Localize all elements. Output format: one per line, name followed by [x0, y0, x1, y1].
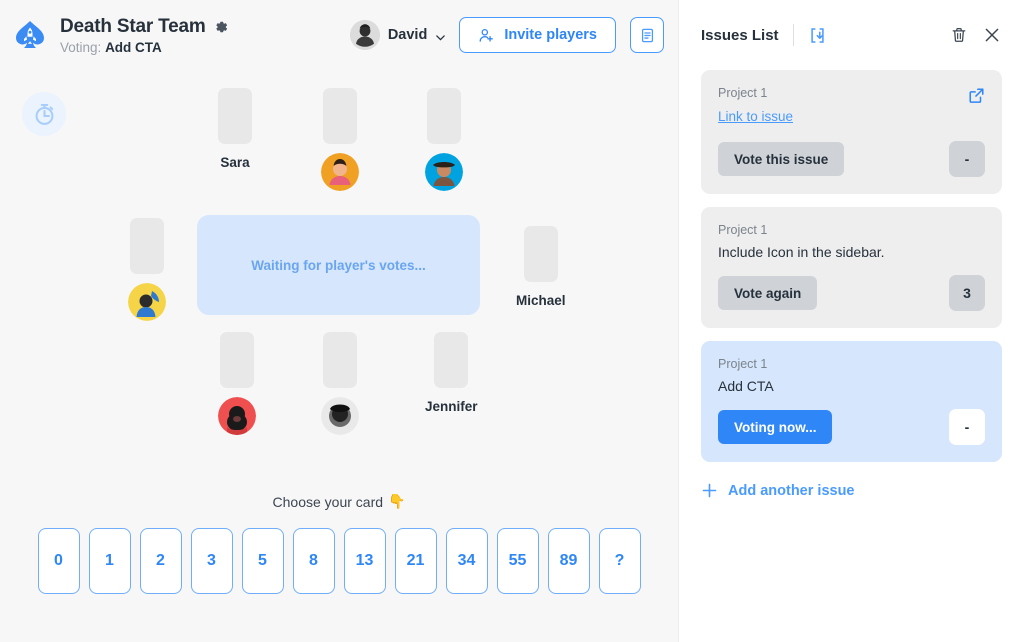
close-icon	[982, 25, 1002, 45]
deck-card[interactable]: 89	[547, 528, 590, 594]
invite-players-label: Invite players	[504, 27, 597, 43]
close-panel-button[interactable]	[982, 25, 1002, 45]
player-card-back	[323, 88, 357, 144]
app-root: Death Star Team Voting: Add CTA David In…	[0, 0, 1024, 642]
issue-text: Include Icon in the sidebar.	[718, 244, 885, 260]
team-block: Death Star Team Voting: Add CTA	[60, 16, 229, 55]
vote-button[interactable]: Vote again	[718, 276, 818, 310]
player-card-back	[130, 218, 164, 274]
vote-button[interactable]: Voting now...	[718, 410, 833, 444]
deck-card[interactable]: 34	[445, 528, 488, 594]
trash-icon	[950, 26, 968, 44]
deck-card[interactable]: 21	[394, 528, 437, 594]
divider	[792, 24, 794, 46]
deck-title: Choose your card 👇	[273, 493, 406, 510]
player-seat	[425, 88, 463, 191]
player-seat	[321, 88, 359, 191]
deck-card[interactable]: 5	[241, 528, 284, 594]
issue-card[interactable]: Project 1 Link to issue Vote this issue -	[701, 70, 1002, 194]
issue-link[interactable]: Link to issue	[718, 109, 793, 124]
player-card-back	[523, 226, 558, 282]
game-panel: Death Star Team Voting: Add CTA David In…	[0, 0, 678, 642]
add-person-icon	[478, 27, 495, 44]
notes-icon	[639, 27, 656, 44]
deck-card[interactable]: 0	[37, 528, 80, 594]
issue-project: Project 1	[718, 223, 768, 237]
voting-table: Waiting for player's votes... Sara Michae…	[0, 70, 678, 470]
issues-header: Issues List	[701, 0, 1002, 70]
plus-icon	[701, 482, 718, 499]
deck-title-label: Choose your card	[272, 493, 384, 510]
issues-list-title: Issues List	[701, 26, 779, 44]
user-menu[interactable]: David	[349, 20, 446, 50]
deck-card[interactable]: 55	[496, 528, 539, 594]
vote-count-badge: -	[949, 141, 985, 177]
issue-actions: Vote again 3	[718, 275, 985, 311]
delete-issues-button[interactable]	[950, 26, 968, 44]
voting-prefix: Voting:	[60, 39, 102, 55]
player-seat	[321, 332, 359, 435]
deck-card[interactable]: 3	[190, 528, 233, 594]
avatar	[349, 20, 380, 50]
player-card-back	[427, 88, 461, 144]
invite-players-button[interactable]: Invite players	[459, 17, 616, 53]
notes-button[interactable]	[630, 17, 664, 53]
deck-card[interactable]: 1	[88, 528, 131, 594]
issues-panel: Issues List Project 1 Link to issue Vote…	[678, 0, 1024, 642]
deck-card[interactable]: 13	[343, 528, 386, 594]
player-seat	[128, 218, 166, 321]
player-name: Jennifer	[425, 399, 478, 414]
player-seat: Michael	[516, 226, 566, 308]
voting-status: Voting: Add CTA	[60, 40, 229, 55]
card-deck-section: Choose your card 👇 0 1 2 3 5 8 13 21 34 55 89?	[0, 493, 678, 594]
player-seat: Sara	[218, 88, 252, 170]
issue-project: Project 1	[718, 86, 768, 100]
player-card-back	[323, 332, 357, 388]
player-name: Michael	[516, 293, 566, 308]
avatar	[425, 153, 463, 191]
issue-text: Add CTA	[718, 378, 774, 394]
player-seat	[218, 332, 256, 435]
issue-card[interactable]: Project 1 Include Icon in the sidebar. Vot…	[701, 207, 1002, 328]
issue-project: Project 1	[718, 357, 768, 371]
voting-issue-name: Add CTA	[105, 39, 162, 55]
spade-rocket-logo	[10, 15, 50, 55]
import-issues-button[interactable]	[808, 26, 827, 45]
import-icon	[808, 26, 827, 45]
issue-card-list: Project 1 Link to issue Vote this issue - Pr…	[701, 70, 1002, 462]
avatar	[321, 397, 359, 435]
vote-count-badge: -	[949, 409, 985, 445]
player-name: Sara	[220, 155, 250, 170]
pointing-down-icon: 👇	[388, 493, 406, 509]
card-deck: 0 1 2 3 5 8 13 21 34 55 89?	[37, 528, 641, 594]
issue-card[interactable]: Project 1 Add CTA Voting now... -	[701, 341, 1002, 462]
player-seat: Jennifer	[425, 332, 478, 414]
top-bar-actions: David Invite players	[349, 17, 664, 53]
gear-icon[interactable]	[213, 19, 229, 35]
user-name: David	[387, 27, 428, 43]
external-link-icon[interactable]	[967, 86, 986, 105]
chevron-down-icon	[435, 30, 446, 41]
player-card-back	[434, 332, 469, 388]
top-bar: Death Star Team Voting: Add CTA David In…	[0, 0, 678, 70]
player-card-back	[218, 88, 252, 144]
issue-actions: Vote this issue -	[718, 141, 985, 177]
deck-card[interactable]: ?	[598, 528, 641, 594]
vote-button[interactable]: Vote this issue	[718, 142, 845, 176]
table-center-banner: Waiting for player's votes...	[197, 215, 480, 315]
waiting-text: Waiting for player's votes...	[251, 257, 426, 273]
deck-card[interactable]: 2	[139, 528, 182, 594]
avatar	[321, 153, 359, 191]
avatar	[128, 283, 166, 321]
player-card-back	[220, 332, 254, 388]
add-another-issue-label: Add another issue	[728, 482, 855, 499]
add-another-issue-button[interactable]: Add another issue	[701, 482, 1002, 499]
issue-actions: Voting now... -	[718, 409, 985, 445]
page-title: Death Star Team	[60, 15, 206, 37]
avatar	[218, 397, 256, 435]
deck-card[interactable]: 8	[292, 528, 335, 594]
vote-count-badge: 3	[949, 275, 985, 311]
